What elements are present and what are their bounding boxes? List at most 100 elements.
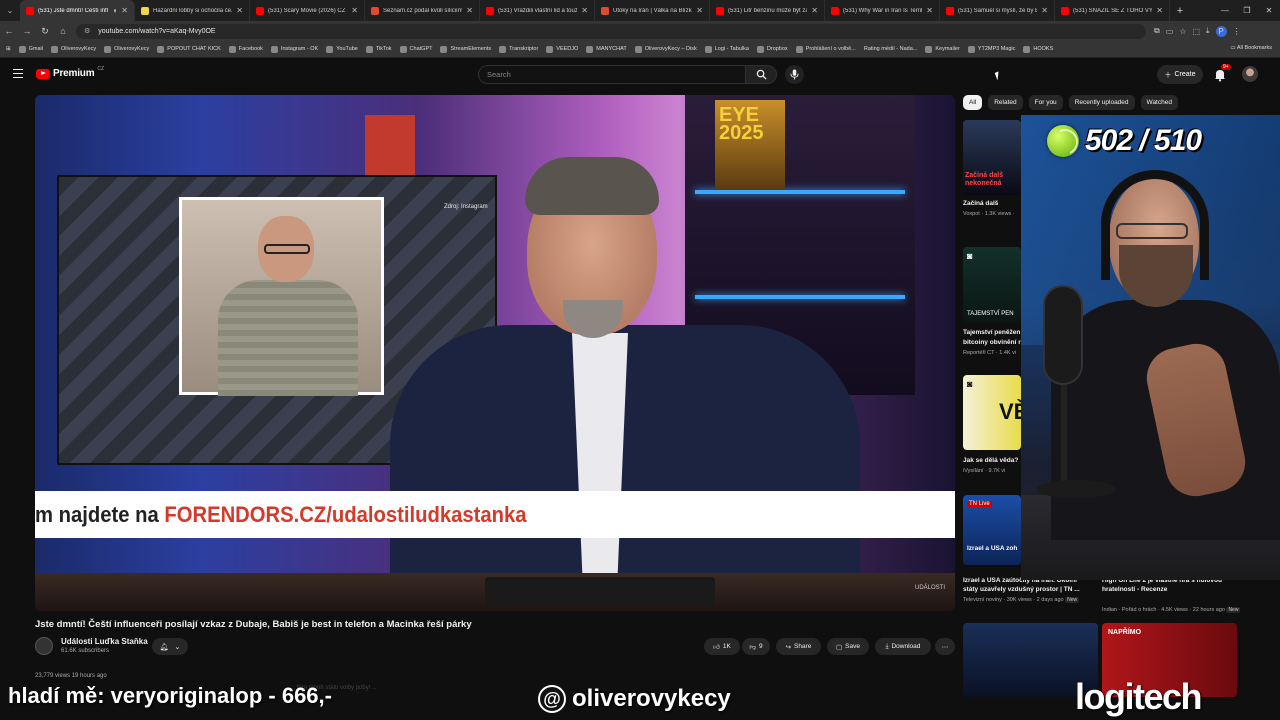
- recommendation-title[interactable]: Tajemství peněžen: [963, 329, 1021, 336]
- back-icon[interactable]: ←: [0, 26, 18, 36]
- bookmark-item[interactable]: ChatGPT: [399, 45, 432, 53]
- more-actions-button[interactable]: ⋯: [935, 638, 955, 655]
- download-button[interactable]: ⤓ Download: [875, 638, 931, 655]
- recommendation-thumbnail[interactable]: TN Live Izrael a USA zoh: [963, 495, 1021, 565]
- close-icon[interactable]: ✕: [466, 6, 473, 15]
- subscription-bell-button[interactable]: 🔔︎ ⌄: [152, 638, 188, 655]
- chip-recently-uploaded[interactable]: Recently uploaded: [1068, 95, 1135, 110]
- reload-icon[interactable]: ↻: [36, 26, 54, 37]
- browser-tab[interactable]: (531) SNAŽIL SE Z TOHO VYB... ✕: [1055, 0, 1170, 21]
- channel-avatar[interactable]: [35, 637, 53, 655]
- download-icon: ⤓: [885, 642, 889, 650]
- channel-watermark: UDÁLOSTI: [914, 585, 945, 591]
- all-bookmarks-button[interactable]: ▭ All Bookmarks: [1230, 45, 1272, 51]
- close-window-icon[interactable]: ✕: [1258, 0, 1280, 21]
- new-tab-button[interactable]: +: [1170, 5, 1190, 17]
- extensions-icon[interactable]: ⬚: [1192, 27, 1200, 36]
- maximize-icon[interactable]: ❐: [1236, 0, 1258, 21]
- dislike-button[interactable]: 👎︎ 9: [742, 638, 770, 655]
- download-icon[interactable]: ⤓: [1206, 26, 1210, 36]
- profile-avatar[interactable]: P: [1215, 25, 1227, 37]
- browser-tab[interactable]: (531) Scary Movie (2026) CZ Ti... ✕: [250, 0, 365, 21]
- url-bar[interactable]: ⚙ youtube.com/watch?v=aKaq-Mvy0OE: [76, 23, 1146, 39]
- bookmark-item[interactable]: HOOKS: [1023, 45, 1053, 53]
- voice-search-button[interactable]: [785, 65, 804, 84]
- browser-tab[interactable]: Seznam.cz podal kvůli síliciím... ✕: [365, 0, 480, 21]
- recommendation-thumbnail[interactable]: ◙ VĚ: [963, 375, 1021, 450]
- bookmark-item[interactable]: MANYCHAT: [586, 45, 627, 53]
- browser-tab[interactable]: (531) Litr benzinu může být za... ✕: [710, 0, 825, 21]
- bookmark-item[interactable]: YouTube: [326, 45, 358, 53]
- browser-tab[interactable]: (531) Vraždili vlastní lid a touží... ✕: [480, 0, 595, 21]
- bookmark-item[interactable]: Transkriptor: [499, 45, 538, 53]
- bookmark-item[interactable]: Keymailer: [925, 45, 960, 53]
- close-icon[interactable]: ✕: [811, 6, 818, 15]
- browser-tab[interactable]: (531) Why War in Iran Is Terrib... ✕: [825, 0, 940, 21]
- tab-search-icon[interactable]: ⌄: [0, 0, 20, 21]
- hamburger-menu-icon[interactable]: [13, 69, 23, 78]
- background-magazine: EYE 2025: [715, 100, 785, 190]
- apps-icon[interactable]: ⊞: [6, 46, 11, 52]
- bookmark-item[interactable]: TikTok: [365, 45, 392, 53]
- chip-for-you[interactable]: For you: [1028, 95, 1063, 110]
- bookmark-item[interactable]: OliverovyKecy: [50, 45, 96, 53]
- minimize-icon[interactable]: —: [1214, 0, 1236, 21]
- close-icon[interactable]: ✕: [1156, 6, 1163, 15]
- recommendation-title[interactable]: Začíná dalš: [963, 200, 1021, 207]
- save-button[interactable]: ▢ Save: [827, 638, 869, 655]
- search-input[interactable]: Search: [478, 65, 746, 84]
- translate-icon[interactable]: ⧉: [1154, 26, 1160, 36]
- tab-title: (531) Why War in Iran Is Terrib...: [843, 7, 923, 14]
- close-icon[interactable]: ✕: [236, 6, 243, 15]
- youtube-logo[interactable]: Premium CZ: [36, 66, 104, 79]
- bookmark-item[interactable]: StreamElements: [440, 45, 491, 53]
- menu-dots-icon[interactable]: ⋮: [1233, 27, 1241, 36]
- bookmark-item[interactable]: OliverovyKecy – Disk: [634, 45, 697, 53]
- recommendation-thumbnail[interactable]: Začíná dalš nekonečná: [963, 120, 1021, 195]
- channel-name[interactable]: Události Luďka Staňka: [61, 637, 148, 646]
- close-icon[interactable]: ✕: [1041, 6, 1048, 15]
- bookmark-item[interactable]: VEEDJO: [546, 45, 578, 53]
- browser-tab[interactable]: Hazardní lobby si ochočila če... ✕: [135, 0, 250, 21]
- close-icon[interactable]: ✕: [581, 6, 588, 15]
- recommendation-thumbnail[interactable]: ◙ TAJEMSTVÍ PEN: [963, 247, 1021, 322]
- forward-icon[interactable]: →: [18, 26, 36, 36]
- close-icon[interactable]: ✕: [121, 6, 128, 15]
- bookmark-item[interactable]: OliverovyKecy: [104, 45, 149, 53]
- notifications-bell-icon[interactable]: [1213, 68, 1227, 82]
- browser-tab[interactable]: (531) Samuel si myslí, že by Er... ✕: [940, 0, 1055, 21]
- chip-watched[interactable]: Watched: [1140, 95, 1178, 110]
- share-button[interactable]: ↪ Share: [776, 638, 821, 655]
- speaker-icon[interactable]: ◖: [112, 6, 117, 15]
- video-player[interactable]: EYE 2025 Zdroj: Instagram m najdete na FO…: [35, 95, 955, 611]
- like-button[interactable]: 👍︎ 1K: [704, 638, 740, 655]
- bookmark-item[interactable]: Instagram - OK: [270, 45, 319, 53]
- cast-icon[interactable]: ▭: [1166, 27, 1174, 36]
- bookmark-label: Instagram - OK: [280, 46, 319, 52]
- bookmark-item[interactable]: POPOUT CHAT KICK: [157, 45, 221, 53]
- browser-tab[interactable]: (531) Jste dmntí! Čeští infl... ◖ ✕: [20, 0, 135, 21]
- account-avatar[interactable]: [1242, 66, 1258, 82]
- site-info-icon[interactable]: ⚙: [84, 27, 90, 35]
- chip-related[interactable]: Related: [988, 95, 1023, 110]
- bookmark-item[interactable]: Prohlášení o volbě...: [795, 45, 856, 53]
- recommendation-title-line2[interactable]: bitcoiny obvinění r: [963, 339, 1021, 346]
- bookmark-star-icon[interactable]: ☆: [1179, 27, 1186, 36]
- bookmark-item[interactable]: Facebook: [228, 45, 263, 53]
- bookmark-item[interactable]: Logi - Tabulka: [704, 45, 749, 53]
- more-dots-icon: ⋯: [941, 643, 949, 651]
- bookmark-item[interactable]: Dropbox: [756, 45, 788, 53]
- browser-tab[interactable]: Útoky na Írán | Válka na Blízk... ✕: [595, 0, 710, 21]
- bookmark-item[interactable]: Gmail: [18, 45, 43, 53]
- create-button[interactable]: ＋ Create: [1157, 65, 1203, 84]
- bookmark-item[interactable]: Rating médií - Nada...: [864, 46, 918, 52]
- bookmark-item[interactable]: YT2MP3 Magic: [967, 45, 1015, 53]
- banner-prefix: m najdete na: [35, 501, 165, 527]
- close-icon[interactable]: ✕: [351, 6, 358, 15]
- chip-all[interactable]: All: [963, 95, 983, 110]
- home-icon[interactable]: ⌂: [54, 26, 72, 36]
- close-icon[interactable]: ✕: [696, 6, 703, 15]
- search-button[interactable]: [745, 65, 777, 84]
- close-icon[interactable]: ✕: [926, 6, 933, 15]
- recommendation-title[interactable]: Jak se dělá věda?: [963, 457, 1021, 464]
